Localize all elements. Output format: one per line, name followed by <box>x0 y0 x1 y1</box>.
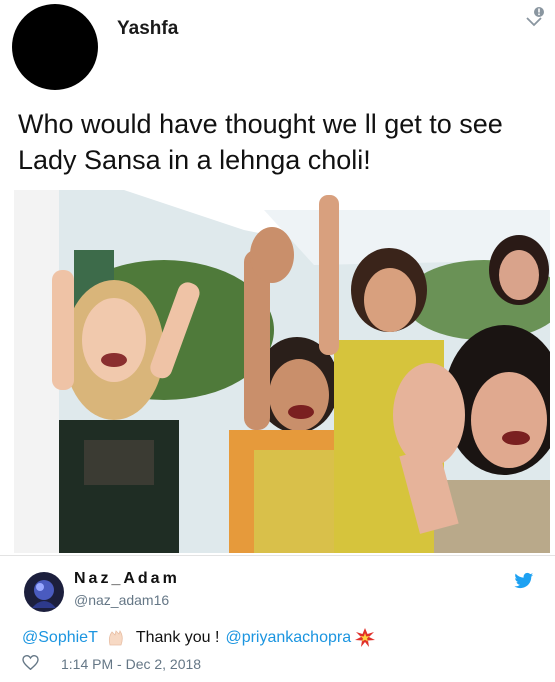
tweet-body: Thank you ! <box>135 629 220 646</box>
tweet-display-name[interactable]: Naz_Adam <box>74 570 180 588</box>
tweet-timestamp[interactable]: 1:14 PM - Dec 2, 2018 <box>61 656 201 672</box>
mention-sophiet[interactable]: @SophieT <box>22 629 98 647</box>
sparkle-emoji-icon <box>355 628 376 648</box>
clapping-hands-emoji-icon <box>106 629 128 647</box>
twitter-bird-icon[interactable] <box>514 572 534 590</box>
tweet-author-avatar[interactable] <box>24 572 64 612</box>
mention-priyankachopra[interactable]: @priyankachopra <box>225 629 351 647</box>
post-photo[interactable] <box>14 190 550 553</box>
tweet-handle[interactable]: @naz_adam16 <box>74 592 169 608</box>
post-text: Who would have thought we ll get to see … <box>18 109 503 175</box>
divider <box>0 555 555 556</box>
heart-icon[interactable] <box>22 654 61 673</box>
more-options-chevron-icon[interactable] <box>524 4 548 32</box>
post-author-name[interactable]: Yashfa <box>117 18 178 40</box>
tweet-text: @SophieT Thank you ! @priyankachopra <box>22 628 376 648</box>
post-author-avatar[interactable] <box>12 4 98 90</box>
tweet-meta: 1:14 PM - Dec 2, 2018 <box>22 654 201 673</box>
